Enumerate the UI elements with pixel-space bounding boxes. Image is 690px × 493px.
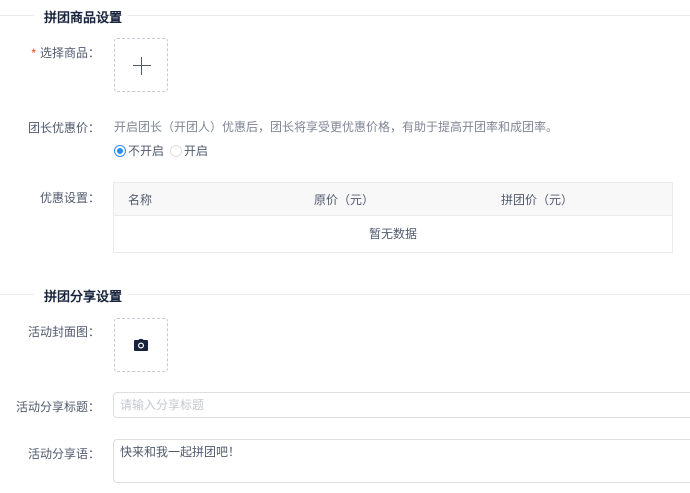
- divider: [0, 15, 34, 16]
- select-goods-label: * 选择商品：: [0, 44, 100, 61]
- required-mark: *: [31, 46, 36, 60]
- cover-image-label: 活动封面图：: [27, 325, 100, 339]
- discount-table: 名称 原价（元） 拼团价（元） 暂无数据: [113, 182, 673, 253]
- table-header: 名称 原价（元） 拼团价（元）: [114, 183, 672, 216]
- camera-icon: [134, 339, 148, 351]
- share-text-textarea[interactable]: 快来和我一起拼团吧！: [113, 439, 690, 483]
- upload-cover-button[interactable]: [114, 318, 168, 372]
- radio-label: 不开启: [128, 144, 165, 158]
- plus-icon: [133, 57, 151, 75]
- share-title-input[interactable]: [113, 392, 690, 418]
- radio-enable[interactable]: 开启: [170, 142, 208, 159]
- section-goods-header: 拼团商品设置: [0, 5, 690, 26]
- radio-dot: [114, 144, 126, 157]
- add-goods-button[interactable]: [114, 38, 168, 92]
- column-header-group-price: 拼团价（元）: [501, 193, 574, 207]
- radio-disable[interactable]: 不开启: [114, 142, 164, 159]
- divider: [128, 15, 690, 16]
- divider: [128, 294, 690, 295]
- divider: [0, 294, 34, 295]
- column-header-name: 名称: [128, 193, 153, 207]
- section-title: 拼团商品设置: [42, 7, 125, 26]
- table-empty-text: 暂无数据: [368, 227, 417, 241]
- leader-discount-hint: 开启团长（开团人）优惠后，团长将享受更优惠价格，有助于提高开团率和成团率。: [114, 120, 559, 134]
- column-header-original-price: 原价（元）: [314, 193, 375, 207]
- section-title: 拼团分享设置: [42, 286, 125, 305]
- leader-discount-label: 团长优惠价：: [27, 121, 100, 135]
- radio-label: 开启: [184, 144, 209, 158]
- radio-dot: [170, 144, 183, 157]
- share-text-label: 活动分享语：: [27, 447, 100, 461]
- section-share-header: 拼团分享设置: [0, 284, 690, 305]
- select-goods-label-text: 选择商品：: [39, 46, 100, 60]
- share-title-label: 活动分享标题：: [15, 400, 100, 414]
- leader-discount-radio-group: 不开启 开启: [114, 142, 214, 159]
- discount-settings-label: 优惠设置：: [39, 191, 100, 205]
